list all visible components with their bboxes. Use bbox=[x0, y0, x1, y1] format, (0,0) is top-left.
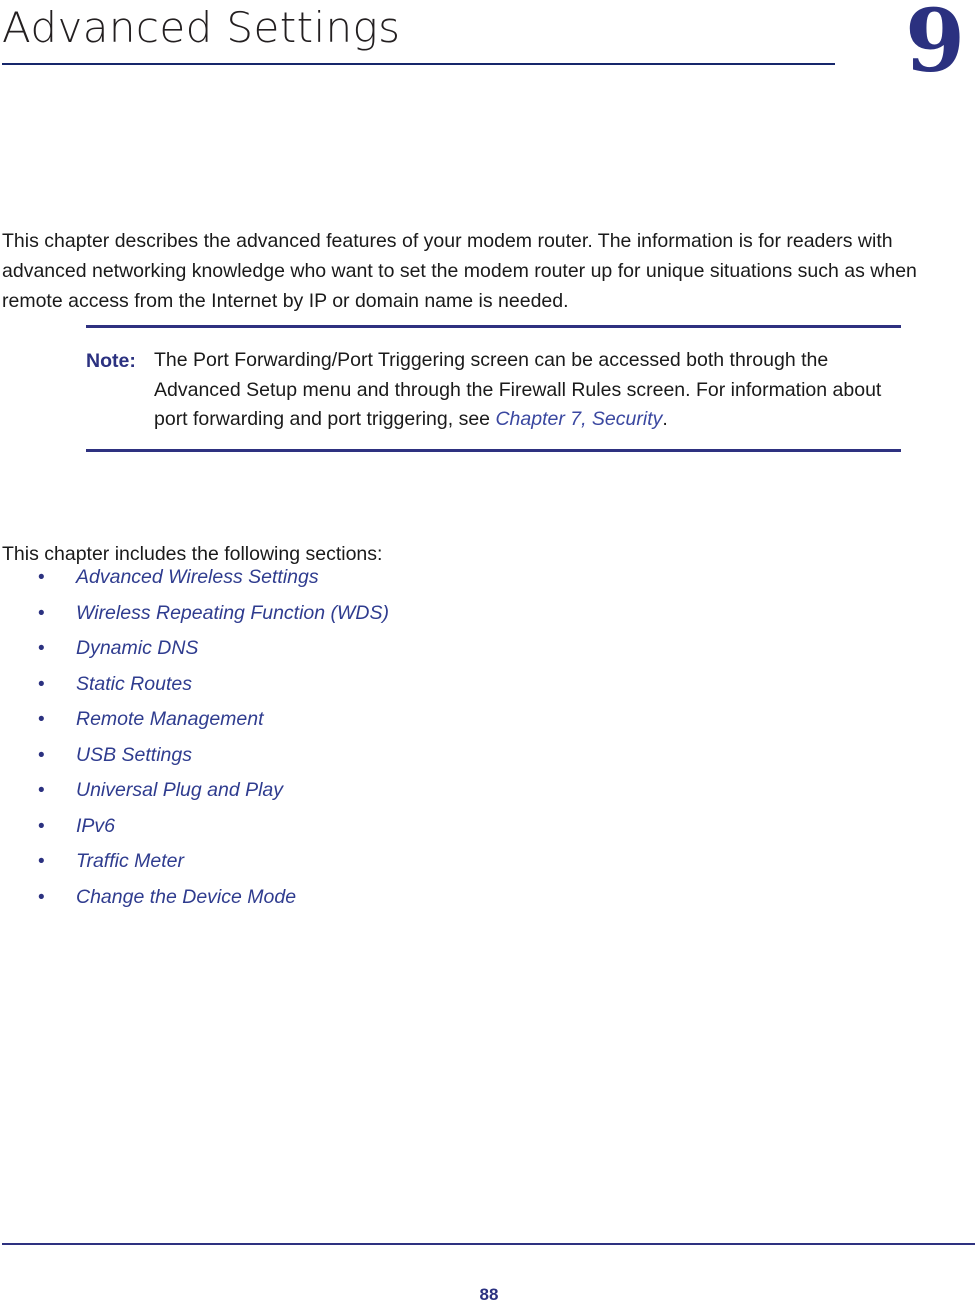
section-link-static-routes[interactable]: Static Routes bbox=[76, 667, 192, 703]
sections-list: • Advanced Wireless Settings • Wireless … bbox=[0, 560, 700, 915]
section-link-wireless-repeating-function-wds[interactable]: Wireless Repeating Function (WDS) bbox=[76, 596, 389, 632]
list-item[interactable]: • Static Routes bbox=[0, 667, 700, 703]
bullet-icon: • bbox=[38, 709, 45, 730]
bullet-icon: • bbox=[38, 851, 45, 872]
list-item[interactable]: • USB Settings bbox=[0, 738, 700, 774]
note-text-after-link: . bbox=[662, 408, 668, 430]
list-item[interactable]: • Wireless Repeating Function (WDS) bbox=[0, 596, 700, 632]
list-item[interactable]: • Universal Plug and Play bbox=[0, 773, 700, 809]
list-item[interactable]: • Remote Management bbox=[0, 702, 700, 738]
note-body: Note: The Port Forwarding/Port Triggerin… bbox=[86, 328, 901, 449]
chapter-header: Advanced Settings 9 bbox=[0, 0, 978, 110]
title-divider bbox=[2, 63, 835, 65]
section-link-traffic-meter[interactable]: Traffic Meter bbox=[76, 844, 184, 880]
list-item[interactable]: • Change the Device Mode bbox=[0, 880, 700, 916]
bullet-icon: • bbox=[38, 638, 45, 659]
list-item[interactable]: • IPv6 bbox=[0, 809, 700, 845]
bullet-icon: • bbox=[38, 602, 45, 624]
section-link-dynamic-dns[interactable]: Dynamic DNS bbox=[76, 631, 198, 667]
section-link-advanced-wireless-settings[interactable]: Advanced Wireless Settings bbox=[76, 560, 319, 596]
section-link-universal-plug-and-play[interactable]: Universal Plug and Play bbox=[76, 773, 283, 809]
note-label: Note: bbox=[86, 350, 136, 372]
bullet-icon: • bbox=[38, 886, 45, 908]
bullet-icon: • bbox=[38, 673, 45, 695]
section-link-change-the-device-mode[interactable]: Change the Device Mode bbox=[76, 880, 296, 916]
note-block: Note: The Port Forwarding/Port Triggerin… bbox=[86, 325, 901, 452]
note-bottom-rule bbox=[86, 448, 901, 452]
list-item[interactable]: • Dynamic DNS bbox=[0, 631, 700, 667]
bullet-icon: • bbox=[38, 780, 45, 801]
footer-divider bbox=[2, 1243, 975, 1245]
chapter-number: 9 bbox=[905, 0, 965, 92]
intro-paragraph: This chapter describes the advanced feat… bbox=[2, 229, 917, 312]
page-footer: 88 bbox=[0, 1236, 978, 1314]
list-item[interactable]: • Advanced Wireless Settings bbox=[0, 560, 700, 596]
bullet-icon: • bbox=[38, 567, 45, 588]
bullet-icon: • bbox=[38, 744, 45, 766]
page-number: 88 bbox=[479, 1285, 499, 1304]
section-link-remote-management[interactable]: Remote Management bbox=[76, 702, 264, 738]
list-item[interactable]: • Traffic Meter bbox=[0, 844, 700, 880]
note-text: The Port Forwarding/Port Triggering scre… bbox=[154, 346, 901, 435]
page-title: Advanced Settings bbox=[2, 3, 401, 52]
section-link-ipv6[interactable]: IPv6 bbox=[76, 809, 115, 845]
section-link-usb-settings[interactable]: USB Settings bbox=[76, 738, 192, 774]
document-page: Advanced Settings 9 This chapter describ… bbox=[0, 0, 978, 1314]
note-cross-reference-link[interactable]: Chapter 7, Security bbox=[495, 408, 662, 430]
bullet-icon: • bbox=[38, 815, 45, 837]
